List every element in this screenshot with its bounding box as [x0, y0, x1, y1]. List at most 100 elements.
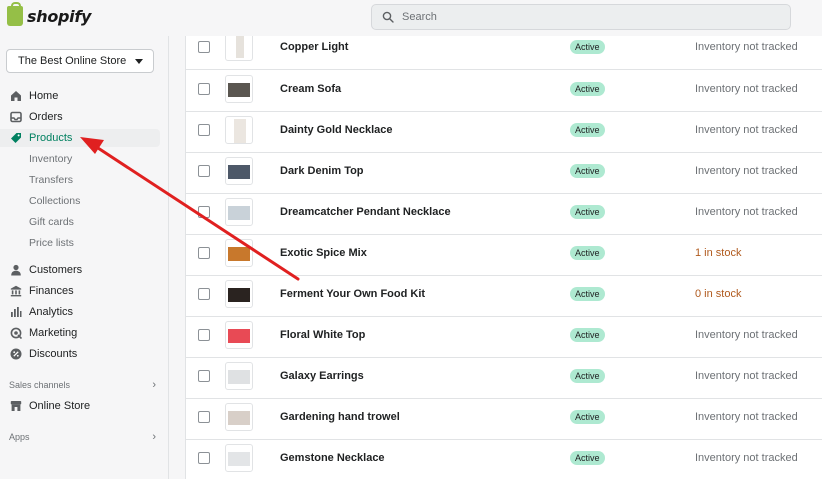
- nav-item-discounts[interactable]: Discounts: [0, 345, 160, 363]
- product-list: Copper Light Active Inventory not tracke…: [185, 36, 822, 479]
- bar-chart-icon: [10, 306, 22, 318]
- product-thumbnail: [225, 116, 253, 144]
- row-checkbox[interactable]: [198, 206, 210, 218]
- nav-item-label: Finances: [29, 285, 74, 297]
- nav-subitem-collections[interactable]: Collections: [29, 195, 80, 207]
- nav-item-label: Home: [29, 90, 59, 102]
- nav-item-label: Analytics: [29, 306, 74, 318]
- sales-channels-header[interactable]: Sales channels ›: [9, 379, 156, 391]
- product-thumbnail: [225, 36, 253, 61]
- product-name[interactable]: Copper Light: [280, 41, 348, 53]
- nav-subitem-transfers[interactable]: Transfers: [29, 174, 73, 186]
- table-row[interactable]: Cream Sofa Active Inventory not tracked: [186, 70, 822, 112]
- row-checkbox[interactable]: [198, 288, 210, 300]
- row-checkbox[interactable]: [198, 124, 210, 136]
- product-thumbnail: [225, 321, 253, 349]
- inventory-status: Inventory not tracked: [695, 165, 798, 177]
- inventory-status: Inventory not tracked: [695, 452, 798, 464]
- product-name[interactable]: Ferment Your Own Food Kit: [280, 288, 425, 300]
- apps-header[interactable]: Apps ›: [9, 431, 156, 443]
- top-bar: shopify: [0, 0, 822, 36]
- nav-item-marketing[interactable]: Marketing: [0, 324, 160, 342]
- store-selector[interactable]: The Best Online Store: [6, 49, 154, 73]
- table-row[interactable]: Ferment Your Own Food Kit Active 0 in st…: [186, 275, 822, 317]
- status-badge: Active: [570, 246, 605, 260]
- chevron-right-icon: ›: [152, 379, 156, 391]
- bank-icon: [10, 285, 22, 297]
- nav-item-label: Discounts: [29, 348, 78, 360]
- product-name[interactable]: Floral White Top: [280, 329, 365, 341]
- nav-subitem-gift-cards[interactable]: Gift cards: [29, 216, 74, 228]
- shopify-logo[interactable]: shopify: [7, 2, 91, 26]
- nav-item-label: Products: [29, 132, 73, 144]
- inventory-status: 0 in stock: [695, 288, 742, 300]
- product-name[interactable]: Dreamcatcher Pendant Necklace: [280, 206, 451, 218]
- status-badge: Active: [570, 369, 605, 383]
- product-image: [228, 370, 250, 384]
- product-thumbnail: [225, 157, 253, 185]
- status-badge: Active: [570, 40, 605, 54]
- nav-subitem-inventory[interactable]: Inventory: [29, 153, 72, 165]
- table-row[interactable]: Dark Denim Top Active Inventory not trac…: [186, 152, 822, 194]
- table-row[interactable]: Exotic Spice Mix Active 1 in stock: [186, 234, 822, 276]
- product-name[interactable]: Galaxy Earrings: [280, 370, 364, 382]
- status-badge: Active: [570, 287, 605, 301]
- row-checkbox[interactable]: [198, 370, 210, 382]
- product-name[interactable]: Gardening hand trowel: [280, 411, 400, 423]
- product-thumbnail: [225, 280, 253, 308]
- table-row[interactable]: Dainty Gold Necklace Active Inventory no…: [186, 111, 822, 153]
- nav-item-products[interactable]: Products: [0, 129, 160, 147]
- caret-down-icon: [135, 58, 143, 64]
- table-row[interactable]: Dreamcatcher Pendant Necklace Active Inv…: [186, 193, 822, 235]
- product-name[interactable]: Exotic Spice Mix: [280, 247, 367, 259]
- status-badge: Active: [570, 410, 605, 424]
- product-image: [228, 288, 250, 302]
- row-checkbox[interactable]: [198, 247, 210, 259]
- nav-item-label: Customers: [29, 264, 83, 276]
- inventory-status: Inventory not tracked: [695, 411, 798, 423]
- inventory-status: Inventory not tracked: [695, 83, 798, 95]
- product-image: [228, 329, 250, 343]
- product-name[interactable]: Dark Denim Top: [280, 165, 364, 177]
- table-row[interactable]: Galaxy Earrings Active Inventory not tra…: [186, 357, 822, 399]
- row-checkbox[interactable]: [198, 452, 210, 464]
- row-checkbox[interactable]: [198, 411, 210, 423]
- status-badge: Active: [570, 328, 605, 342]
- product-image: [234, 119, 246, 143]
- inventory-status: Inventory not tracked: [695, 329, 798, 341]
- chevron-right-icon: ›: [152, 431, 156, 443]
- product-name[interactable]: Gemstone Necklace: [280, 452, 385, 464]
- nav-item-analytics[interactable]: Analytics: [0, 303, 160, 321]
- person-icon: [10, 264, 22, 276]
- inventory-status: Inventory not tracked: [695, 370, 798, 382]
- row-checkbox[interactable]: [198, 165, 210, 177]
- nav-item-online-store[interactable]: Online Store: [0, 397, 160, 415]
- row-checkbox[interactable]: [198, 41, 210, 53]
- product-name[interactable]: Dainty Gold Necklace: [280, 124, 393, 136]
- nav-item-orders[interactable]: Orders: [0, 108, 160, 126]
- product-thumbnail: [225, 239, 253, 267]
- apps-label: Apps: [9, 432, 30, 442]
- table-row[interactable]: Gemstone Necklace Active Inventory not t…: [186, 439, 822, 479]
- search-bar[interactable]: [371, 4, 791, 30]
- product-thumbnail: [225, 403, 253, 431]
- table-row[interactable]: Copper Light Active Inventory not tracke…: [186, 36, 822, 70]
- store-icon: [10, 400, 22, 412]
- inventory-status: Inventory not tracked: [695, 41, 798, 53]
- product-image: [228, 165, 250, 179]
- nav-item-customers[interactable]: Customers: [0, 261, 160, 279]
- discount-icon: [10, 348, 22, 360]
- row-checkbox[interactable]: [198, 329, 210, 341]
- nav-subitem-price-lists[interactable]: Price lists: [29, 237, 74, 249]
- row-checkbox[interactable]: [198, 83, 210, 95]
- search-input[interactable]: [398, 11, 776, 23]
- status-badge: Active: [570, 82, 605, 96]
- table-row[interactable]: Floral White Top Active Inventory not tr…: [186, 316, 822, 358]
- product-name[interactable]: Cream Sofa: [280, 83, 341, 95]
- store-selector-value: The Best Online Store: [18, 55, 127, 67]
- nav-item-home[interactable]: Home: [0, 87, 160, 105]
- inventory-status: Inventory not tracked: [695, 206, 798, 218]
- table-row[interactable]: Gardening hand trowel Active Inventory n…: [186, 398, 822, 440]
- product-thumbnail: [225, 444, 253, 472]
- nav-item-finances[interactable]: Finances: [0, 282, 160, 300]
